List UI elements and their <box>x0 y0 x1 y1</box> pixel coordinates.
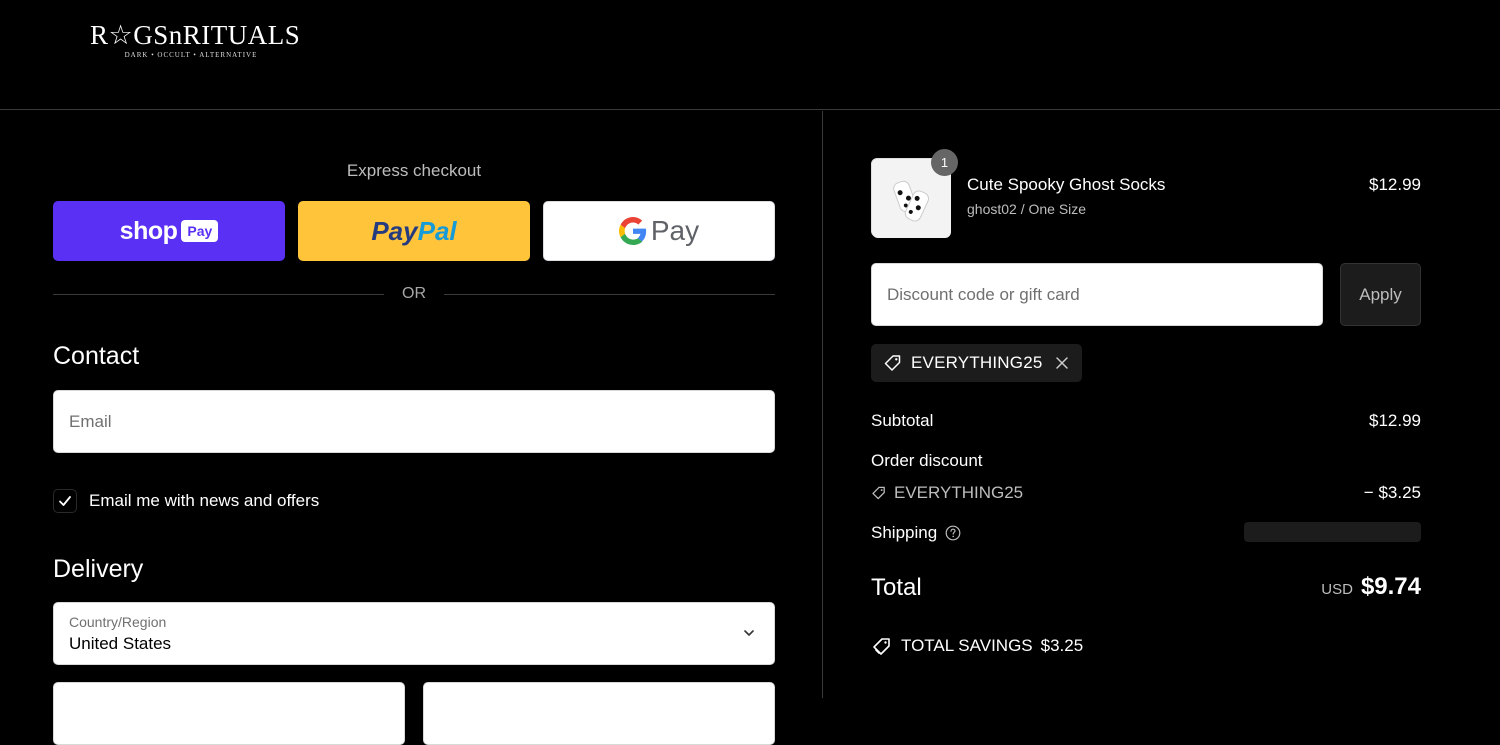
order-discount-label: Order discount <box>871 451 983 470</box>
google-g-icon <box>618 217 646 245</box>
product-variant: ghost02 / One Size <box>967 201 1087 217</box>
brand-tagline: DARK • OCCULT • ALTERNATIVE <box>124 51 258 59</box>
total-savings-label: TOTAL SAVINGS <box>901 636 1033 655</box>
applied-discount-chip: EVERYTHING25 <box>871 344 1082 382</box>
discount-placeholder: Discount code or gift card <box>887 284 1080 304</box>
paypal-button[interactable]: PayPal <box>298 201 530 261</box>
total-value-group: USD $9.74 <box>1321 573 1421 601</box>
discount-amount: − $3.25 <box>1363 483 1421 502</box>
subtotal-value: $12.99 <box>1369 411 1421 430</box>
checkmark-icon <box>59 496 71 506</box>
country-value: United States <box>69 634 172 653</box>
shipping-label: Shipping <box>871 523 938 542</box>
shipping-row-label: Shipping <box>871 523 961 543</box>
shop-pay-wordmark: shop <box>119 216 178 245</box>
remove-discount-icon[interactable] <box>1055 356 1069 370</box>
tag-icon <box>872 486 885 500</box>
shipping-loading-placeholder <box>1244 522 1421 542</box>
total-currency: USD <box>1321 581 1353 598</box>
newsletter-checkbox[interactable] <box>53 489 77 513</box>
shop-pay-button[interactable]: shop Pay <box>53 201 285 261</box>
express-checkout-title: Express checkout <box>346 161 482 180</box>
total-savings-value: $3.25 <box>1040 636 1084 655</box>
google-pay-button[interactable]: Pay <box>543 201 775 261</box>
total-savings-row: TOTAL SAVINGS $3.25 <box>871 635 1083 657</box>
total-amount: $9.74 <box>1360 573 1421 600</box>
google-pay-wordmark: Pay <box>618 215 699 247</box>
discount-code-field[interactable]: Discount code or gift card <box>871 263 1323 326</box>
order-summary-panel: 1 Cute Spooky Ghost Socks ghost02 / One … <box>824 111 1500 698</box>
first-name-field[interactable] <box>53 682 405 745</box>
discount-code-line: EVERYTHING25 <box>871 483 1023 503</box>
email-field[interactable]: Email <box>53 390 775 453</box>
apply-discount-button[interactable]: Apply <box>1340 263 1421 326</box>
site-header: R☆GSnRITUALS DARK • OCCULT • ALTERNATIVE <box>0 0 1500 110</box>
contact-heading: Contact <box>53 342 140 370</box>
total-label: Total <box>871 574 922 601</box>
shop-pay-badge: Pay <box>181 220 219 242</box>
product-name: Cute Spooky Ghost Socks <box>967 175 1166 194</box>
applied-code-text: EVERYTHING25 <box>911 353 1043 372</box>
chevron-down-icon <box>744 630 754 637</box>
newsletter-checkbox-row[interactable]: Email me with news and offers <box>53 489 319 513</box>
product-price: $12.99 <box>1369 175 1421 194</box>
or-divider: OR <box>53 283 775 305</box>
country-label: Country/Region <box>69 614 167 630</box>
or-text: OR <box>402 285 426 302</box>
email-placeholder: Email <box>69 411 112 431</box>
country-select[interactable]: Country/Region United States <box>53 602 775 665</box>
quantity-badge: 1 <box>931 149 958 176</box>
newsletter-label: Email me with news and offers <box>89 491 320 510</box>
last-name-field[interactable] <box>423 682 775 745</box>
help-circle-icon[interactable] <box>945 525 961 541</box>
delivery-heading: Delivery <box>53 555 144 583</box>
brand-name: R☆GSnRITUALS <box>90 20 301 50</box>
brand-logo[interactable]: R☆GSnRITUALS DARK • OCCULT • ALTERNATIVE <box>90 20 301 59</box>
paypal-wordmark: PayPal <box>371 215 457 246</box>
savings-tag-icon <box>873 638 890 655</box>
subtotal-label: Subtotal <box>871 411 934 430</box>
discount-code-text: EVERYTHING25 <box>894 483 1024 502</box>
tag-icon <box>884 355 901 371</box>
checkout-form-panel: Express checkout shop Pay PayPal Pay OR … <box>0 111 823 745</box>
